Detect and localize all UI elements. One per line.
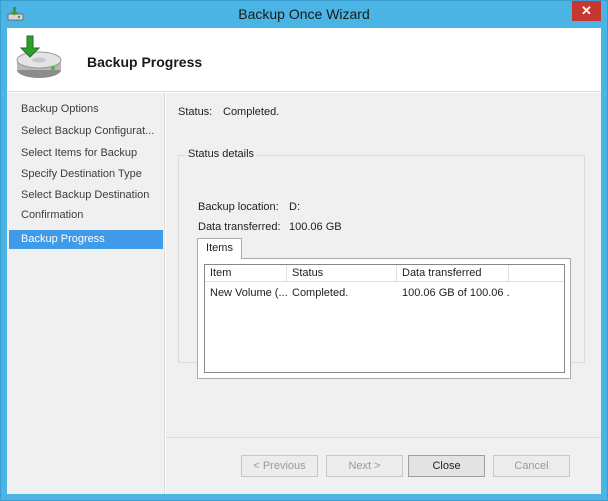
window-close-button[interactable]: ✕ bbox=[572, 1, 601, 21]
items-tab-panel: Item Status Data transferred New Volume … bbox=[197, 258, 571, 379]
data-transferred-value: 100.06 GB bbox=[289, 221, 342, 233]
column-header-status[interactable]: Status bbox=[287, 265, 397, 282]
column-header-item[interactable]: Item bbox=[205, 265, 287, 282]
nav-item-select-backup-configuration[interactable]: Select Backup Configurat... bbox=[9, 122, 163, 141]
nav-item-confirmation[interactable]: Confirmation bbox=[9, 206, 163, 225]
backup-drive-icon bbox=[16, 35, 62, 78]
items-list[interactable]: Item Status Data transferred New Volume … bbox=[204, 264, 565, 373]
backup-location-label: Backup location: bbox=[198, 201, 279, 213]
close-button[interactable]: Close bbox=[408, 455, 485, 477]
wizard-header: Backup Progress bbox=[7, 28, 601, 92]
page-title: Backup Progress bbox=[87, 54, 203, 70]
status-value: Completed. bbox=[223, 106, 280, 118]
data-transferred-label: Data transferred: bbox=[198, 221, 281, 233]
nav-item-select-items[interactable]: Select Items for Backup bbox=[9, 144, 163, 163]
nav-item-backup-destination[interactable]: Select Backup Destination bbox=[9, 186, 163, 205]
wizard-client-area: Backup Progress Backup Options Select Ba… bbox=[7, 28, 601, 494]
column-header-data-transferred[interactable]: Data transferred bbox=[397, 265, 509, 282]
wizard-content: Status: Completed. Status details Backup… bbox=[166, 93, 601, 437]
status-label: Status: bbox=[178, 106, 213, 118]
nav-item-backup-options[interactable]: Backup Options bbox=[9, 100, 163, 119]
status-details-legend: Status details bbox=[186, 148, 257, 160]
list-item-data-transferred: 100.06 GB of 100.06 ... bbox=[402, 287, 509, 299]
wizard-footer: < Previous Next > Close Cancel bbox=[166, 437, 601, 494]
window-title: Backup Once Wizard bbox=[238, 6, 370, 22]
title-bar[interactable]: Backup Once Wizard ✕ bbox=[1, 1, 607, 28]
nav-item-destination-type[interactable]: Specify Destination Type bbox=[9, 165, 163, 184]
tab-items[interactable]: Items bbox=[197, 238, 242, 259]
wizard-nav: Backup Options Select Backup Configurat.… bbox=[7, 93, 165, 494]
backup-location-value: D: bbox=[289, 201, 300, 213]
previous-button[interactable]: < Previous bbox=[241, 455, 318, 477]
list-item-status: Completed. bbox=[292, 287, 349, 299]
list-item-name: New Volume (... bbox=[210, 287, 287, 299]
cancel-button[interactable]: Cancel bbox=[493, 455, 570, 477]
wizard-window: Backup Once Wizard ✕ Backup Progress Bac… bbox=[0, 0, 608, 501]
items-list-header: Item Status Data transferred bbox=[205, 265, 564, 282]
next-button[interactable]: Next > bbox=[326, 455, 403, 477]
nav-item-backup-progress[interactable]: Backup Progress bbox=[9, 230, 163, 249]
